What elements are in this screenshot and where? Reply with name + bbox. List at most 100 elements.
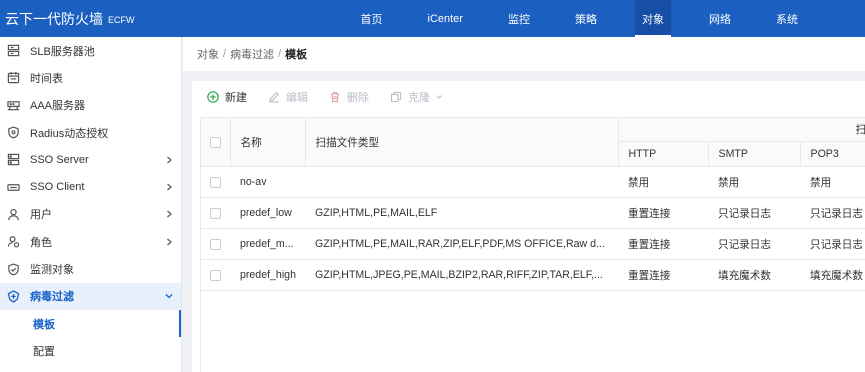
sidebar: SLB服务器池 时间表 AAA服务器 Radius动态授权 SSO Server…: [0, 37, 182, 372]
column-group-header-label: 扫: [856, 124, 865, 136]
cell-http-action: 重置连接: [618, 228, 708, 260]
template-table: 名称 扫描文件类型 扫 HTTP SMTP POP3 no-av 禁用 禁用: [201, 117, 865, 291]
sidebar-item-users[interactable]: 用户: [0, 201, 181, 228]
app-edition: ECFW: [108, 15, 135, 25]
breadcrumb-item-virus-filter[interactable]: 病毒过滤: [230, 46, 274, 62]
column-header-smtp: SMTP: [708, 141, 801, 167]
row-checkbox[interactable]: [210, 176, 221, 188]
checkbox-cell: [201, 259, 230, 291]
calendar-icon: [6, 71, 20, 85]
virus-filter-icon: [6, 289, 20, 303]
sidebar-item-monitored-objects[interactable]: 监测对象: [0, 255, 181, 282]
row-checkbox[interactable]: [210, 207, 221, 219]
sidebar-item-schedule[interactable]: 时间表: [0, 64, 181, 91]
client-device-icon: [6, 180, 20, 194]
breadcrumb-item-objects[interactable]: 对象: [197, 46, 219, 62]
sidebar-subitem-config[interactable]: 配置: [0, 337, 181, 364]
cell-smtp-action: 只记录日志: [708, 228, 800, 260]
cell-smtp-action: 填充魔术数: [708, 259, 800, 291]
table-row[interactable]: predef_m... GZIP,HTML,PE,MAIL,RAR,ZIP,EL…: [201, 228, 865, 260]
sidebar-item-label: 模板: [33, 318, 55, 331]
clone-dropdown-button[interactable]: 克隆: [390, 89, 443, 105]
chevron-right-icon: [164, 237, 174, 247]
breadcrumb-current: 模板: [285, 49, 308, 61]
checkbox-cell: [201, 197, 230, 229]
delete-button[interactable]: 删除: [329, 89, 369, 105]
main-nav: 首页 iCenter 监控 策略 对象 网络 系统: [338, 0, 820, 37]
breadcrumb-separator: /: [278, 48, 282, 60]
sidebar-item-label: 角色: [30, 236, 52, 249]
cell-smtp-action: 禁用: [708, 166, 800, 198]
sidebar-item-label: 配置: [33, 345, 55, 358]
clone-button-label: 克隆: [408, 92, 430, 104]
nav-item-monitor[interactable]: 监控: [501, 0, 537, 37]
nav-item-system[interactable]: 系统: [769, 0, 805, 37]
cell-name: no-av: [230, 166, 305, 198]
nav-item-icenter[interactable]: iCenter: [421, 0, 470, 37]
row-checkbox[interactable]: [210, 238, 221, 250]
chevron-right-icon: [164, 155, 174, 165]
table-header-row: 名称 扫描文件类型 扫: [201, 117, 865, 167]
column-header-http: HTTP: [618, 141, 709, 167]
cell-name: predef_high: [230, 259, 305, 291]
checkbox-cell: [201, 166, 230, 198]
table-row[interactable]: no-av 禁用 禁用 禁用: [201, 166, 865, 198]
breadcrumb-separator: /: [223, 48, 227, 60]
cell-file-types: GZIP,HTML,JPEG,PE,MAIL,BZIP2,RAR,RIFF,ZI…: [305, 259, 618, 291]
cell-name: predef_m...: [230, 228, 305, 260]
table-row[interactable]: predef_high GZIP,HTML,JPEG,PE,MAIL,BZIP2…: [201, 259, 865, 291]
new-button[interactable]: 新建: [207, 89, 247, 105]
breadcrumb: 对象 / 病毒过滤 / 模板: [183, 37, 865, 71]
sidebar-item-label: Radius动态授权: [30, 127, 109, 140]
cell-pop3-action: 只记录日志: [800, 228, 865, 260]
chevron-down-icon: [435, 93, 443, 101]
new-button-label: 新建: [225, 92, 247, 104]
server-icon: [6, 98, 20, 112]
sidebar-item-sso-client[interactable]: SSO Client: [0, 173, 181, 200]
sidebar-item-roles[interactable]: 角色: [0, 228, 181, 255]
nav-item-objects[interactable]: 对象: [634, 0, 671, 37]
table-container: 名称 扫描文件类型 扫 HTTP SMTP POP3 no-av 禁用 禁用: [200, 117, 865, 372]
pencil-icon: [268, 91, 280, 103]
sidebar-item-label: SSO Server: [30, 153, 89, 166]
column-header-file-types: 扫描文件类型: [305, 117, 619, 167]
cell-pop3-action: 禁用: [800, 166, 865, 198]
app-title: 云下一代防火墙: [5, 10, 103, 27]
edit-button[interactable]: 编辑: [268, 89, 308, 105]
toolbar: 新建 编辑 删除 克隆: [207, 86, 443, 108]
cell-file-types: GZIP,HTML,PE,MAIL,ELF: [305, 197, 618, 229]
nav-item-policy[interactable]: 策略: [568, 0, 604, 37]
edit-button-label: 编辑: [286, 92, 308, 104]
cell-name: predef_low: [230, 197, 305, 229]
column-header-pop3: POP3: [800, 141, 865, 167]
sidebar-item-virus-filter[interactable]: 病毒过滤: [0, 282, 181, 310]
row-checkbox[interactable]: [210, 269, 221, 281]
sidebar-item-label: 时间表: [30, 72, 63, 85]
add-circle-icon: [207, 91, 219, 103]
chevron-down-icon: [164, 291, 174, 301]
cell-http-action: 重置连接: [618, 197, 708, 229]
sidebar-item-slb-pool[interactable]: SLB服务器池: [0, 37, 181, 64]
sidebar-subitem-template[interactable]: 模板: [0, 309, 181, 338]
delete-button-label: 删除: [347, 92, 369, 104]
nav-item-home[interactable]: 首页: [354, 0, 390, 37]
select-all-checkbox[interactable]: [209, 136, 221, 148]
user-icon: [6, 207, 20, 221]
cell-smtp-action: 只记录日志: [708, 197, 800, 229]
sidebar-item-radius[interactable]: Radius动态授权: [0, 119, 181, 146]
shield-icon: [6, 126, 20, 140]
nav-item-network[interactable]: 网络: [702, 0, 738, 37]
sidebar-item-label: 监测对象: [30, 264, 74, 277]
column-group-header: 扫: [618, 117, 865, 142]
table-row[interactable]: predef_low GZIP,HTML,PE,MAIL,ELF 重置连接 只记…: [201, 197, 865, 229]
sidebar-item-label: 用户: [30, 209, 52, 222]
server-cluster-icon: [6, 44, 20, 58]
copy-icon: [390, 91, 402, 103]
sidebar-item-aaa-server[interactable]: AAA服务器: [0, 92, 181, 119]
trash-icon: [329, 91, 341, 103]
chevron-right-icon: [164, 209, 174, 219]
sidebar-item-label: AAA服务器: [30, 100, 86, 113]
sidebar-item-sso-server[interactable]: SSO Server: [0, 146, 181, 173]
cell-http-action: 重置连接: [618, 259, 708, 291]
top-navigation-bar: 云下一代防火墙 ECFW 首页 iCenter 监控 策略 对象 网络 系统: [0, 0, 865, 37]
